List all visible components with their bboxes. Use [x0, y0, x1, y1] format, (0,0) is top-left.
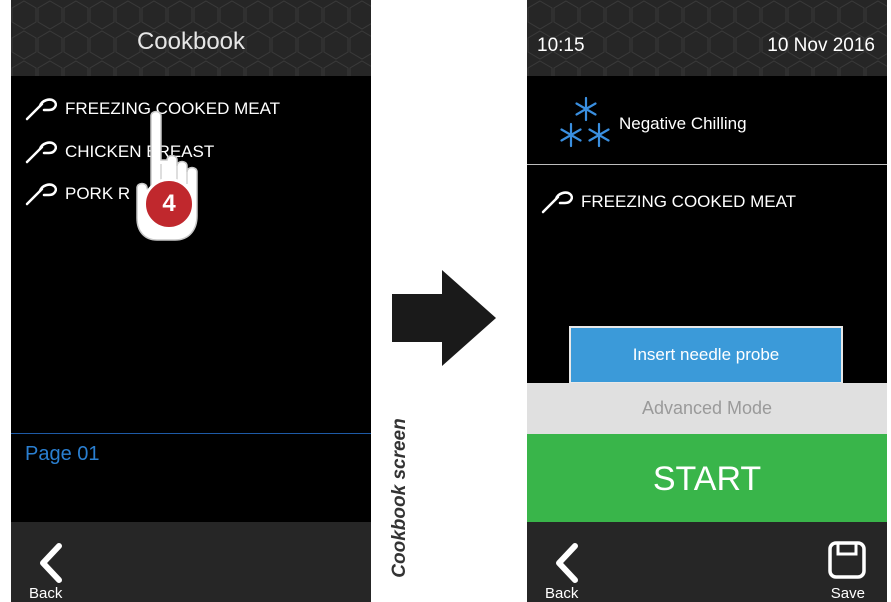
header-bar: Cookbook	[11, 0, 371, 76]
start-button[interactable]: START	[527, 434, 887, 524]
back-label: Back	[545, 585, 579, 602]
clock-time: 10:15	[537, 35, 585, 56]
recipe-label: PORK R	[65, 184, 131, 203]
footer-bar: Back	[11, 522, 371, 602]
save-label: Save	[830, 585, 865, 602]
step-number: 4	[162, 190, 176, 217]
save-button[interactable]: Save	[813, 540, 873, 602]
needle-probe-icon	[25, 182, 59, 206]
caption-text: Cookbook screen	[389, 417, 410, 578]
needle-probe-icon	[25, 140, 59, 164]
step-badge: 4	[143, 178, 195, 230]
cookbook-screen: Cookbook FREEZING COOKED MEAT CHICKEN BR…	[11, 0, 371, 602]
back-button[interactable]: Back	[545, 542, 605, 602]
selected-recipe: FREEZING COOKED MEAT	[541, 189, 796, 215]
pointing-hand-icon: 4	[131, 108, 221, 252]
back-button[interactable]: Back	[29, 542, 89, 602]
cycle-mode: Negative Chilling	[557, 94, 747, 154]
recipe-item-pork[interactable]: PORK R	[25, 181, 130, 207]
advanced-mode-button[interactable]: Advanced Mode	[527, 383, 887, 434]
mode-label: Negative Chilling	[619, 114, 747, 133]
footer-bar: Back Save	[527, 522, 887, 602]
screen-caption: Cookbook screen	[380, 395, 420, 600]
header-bar: 10:15 10 Nov 2016	[527, 0, 887, 76]
chevron-left-icon	[556, 543, 578, 583]
clock-date: 10 Nov 2016	[767, 35, 875, 56]
floppy-disk-icon	[828, 541, 866, 579]
needle-probe-icon	[25, 97, 59, 121]
page-title: Cookbook	[136, 28, 246, 55]
selected-recipe-label: FREEZING COOKED MEAT	[581, 192, 797, 211]
recipe-detail-screen: 10:15 10 Nov 2016 Negative Chilling FREE…	[527, 0, 887, 602]
arrow-right-icon	[392, 270, 496, 370]
needle-probe-icon	[541, 190, 575, 214]
chevron-left-icon	[40, 543, 62, 583]
back-label: Back	[29, 585, 63, 602]
page-indicator: Page 01	[25, 443, 100, 465]
mode-divider	[527, 164, 887, 165]
insert-needle-probe-button[interactable]: Insert needle probe	[569, 326, 843, 384]
snowflake-icon	[560, 96, 610, 148]
page-divider	[11, 433, 371, 434]
